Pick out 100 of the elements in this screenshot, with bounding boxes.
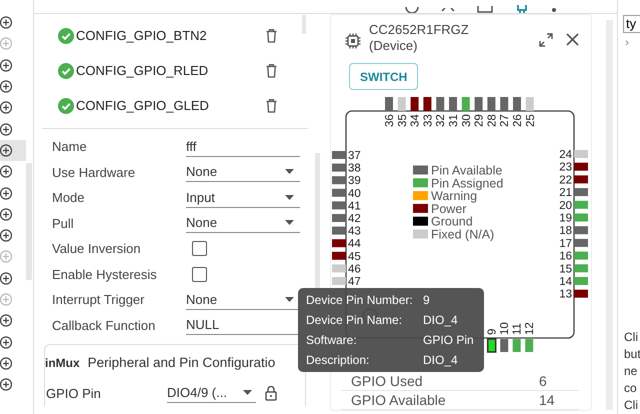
section-title: Peripheral and Pin Configuratio — [88, 354, 276, 372]
scrollbar[interactable] — [26, 163, 32, 280]
pin-number: 14 — [559, 276, 572, 288]
pin-number: 41 — [348, 200, 361, 212]
checkbox[interactable] — [192, 241, 207, 256]
tooltip-label: Description: — [306, 352, 370, 369]
legend-label: Warning — [431, 189, 478, 204]
pin-number: 11 — [512, 323, 524, 335]
tooltip-label: Device Pin Number: — [306, 292, 413, 309]
tooltip-label: Software: — [306, 332, 357, 349]
add-icon[interactable] — [0, 314, 12, 328]
pin-number: 17 — [559, 238, 572, 250]
pin[interactable] — [486, 338, 496, 353]
panel-icon[interactable] — [477, 6, 493, 13]
pin[interactable] — [574, 175, 588, 184]
add-icon[interactable] — [0, 336, 12, 349]
add-icon[interactable] — [0, 101, 12, 114]
pin-number: 22 — [559, 174, 572, 186]
add-icon[interactable] — [0, 356, 12, 370]
add-icon[interactable] — [0, 122, 12, 136]
pin-number: 16 — [559, 250, 572, 263]
add-icon[interactable] — [0, 208, 12, 221]
pin-number: 38 — [348, 162, 361, 175]
pin-number: 10 — [499, 322, 512, 335]
add-icon[interactable] — [0, 186, 12, 200]
add-icon[interactable] — [0, 229, 12, 242]
checkbox[interactable] — [192, 266, 207, 282]
expand-icon[interactable] — [539, 33, 553, 47]
add-icon[interactable] — [0, 165, 12, 178]
pin-number: 21 — [559, 187, 572, 200]
pin[interactable] — [574, 162, 588, 171]
text-field[interactable]: fff — [186, 136, 300, 157]
dropdown[interactable]: Input — [186, 188, 300, 208]
chip-icon — [345, 33, 361, 49]
search-field[interactable]: ty — [623, 15, 640, 33]
pin-number: 18 — [559, 225, 572, 238]
dropdown[interactable]: None — [186, 213, 300, 234]
pin-number: 35 — [396, 114, 409, 127]
pin-number: 25 — [524, 114, 537, 127]
config-name[interactable]: CONFIG_GPIO_RLED — [76, 60, 266, 80]
add-icon[interactable] — [0, 144, 12, 157]
add-icon[interactable] — [0, 378, 12, 392]
pin-number: 34 — [410, 114, 422, 127]
field-label: Name — [52, 138, 88, 156]
pin-number: 20 — [559, 200, 572, 212]
pin-number: 40 — [348, 188, 361, 200]
legend-label: Power — [431, 202, 466, 216]
pin[interactable] — [423, 97, 432, 111]
field-label: Mode — [52, 189, 86, 207]
config-name[interactable]: CONFIG_GPIO_GLED — [76, 96, 266, 116]
caret-icon — [285, 220, 294, 226]
rail-item[interactable] — [0, 140, 26, 162]
close-icon[interactable] — [566, 33, 579, 46]
help-text: ne — [624, 363, 638, 380]
pin[interactable] — [332, 239, 346, 248]
config-name[interactable]: CONFIG_GPIO_BTN2 — [76, 26, 266, 46]
pin-number: 33 — [422, 114, 434, 127]
device-name: CC2652R1FRGZ — [369, 22, 470, 38]
delete-icon[interactable] — [266, 28, 277, 42]
caret-icon — [285, 194, 294, 200]
dropdown[interactable]: None — [186, 162, 300, 182]
pin-number: 15 — [559, 263, 572, 276]
add-icon[interactable] — [0, 272, 12, 285]
field-label: Pull — [52, 214, 75, 232]
dropdown[interactable]: DIO4/9 (... — [167, 383, 256, 404]
tooltip-value: DIO_4 — [423, 312, 459, 329]
pin-number: 44 — [348, 238, 361, 250]
legend-label: Ground — [431, 214, 473, 229]
chip-icon[interactable] — [515, 5, 529, 13]
device-label: (Device) — [369, 38, 418, 54]
pin-number: 9 — [486, 328, 499, 335]
pin[interactable] — [410, 97, 419, 111]
field-label: Use Hardware — [52, 164, 136, 182]
add-icon[interactable] — [0, 80, 12, 94]
tooltip-value: 9 — [423, 292, 431, 309]
pin-number: 47 — [348, 276, 361, 288]
lock-icon[interactable] — [265, 386, 277, 401]
pin-number: 42 — [348, 213, 361, 225]
pin[interactable] — [574, 290, 588, 298]
field-label: Enable Hysteresis — [52, 266, 158, 284]
switch-button[interactable]: SWITCH — [349, 63, 418, 90]
caret-icon — [243, 390, 252, 396]
summary-label: GPIO Available — [351, 390, 446, 410]
delete-icon[interactable] — [266, 64, 277, 78]
help-text: Cli — [624, 397, 639, 414]
section-tab[interactable]: inMux — [45, 354, 80, 372]
code-icon[interactable] — [441, 8, 455, 13]
pin-number: 29 — [474, 114, 486, 127]
pin-number: 43 — [348, 226, 361, 238]
delete-icon[interactable] — [266, 98, 277, 112]
legend-label: Fixed (N/A) — [431, 228, 494, 242]
chevron-icon[interactable]: › — [618, 33, 632, 51]
add-icon[interactable] — [0, 58, 12, 72]
more-icon[interactable] — [551, 7, 557, 13]
tooltip-value: GPIO Pin — [423, 332, 475, 349]
pin[interactable] — [332, 252, 346, 260]
pin-number: 37 — [348, 150, 361, 162]
pin-number: 39 — [348, 175, 361, 188]
help-text: co — [624, 380, 638, 397]
add-icon[interactable] — [0, 16, 12, 30]
